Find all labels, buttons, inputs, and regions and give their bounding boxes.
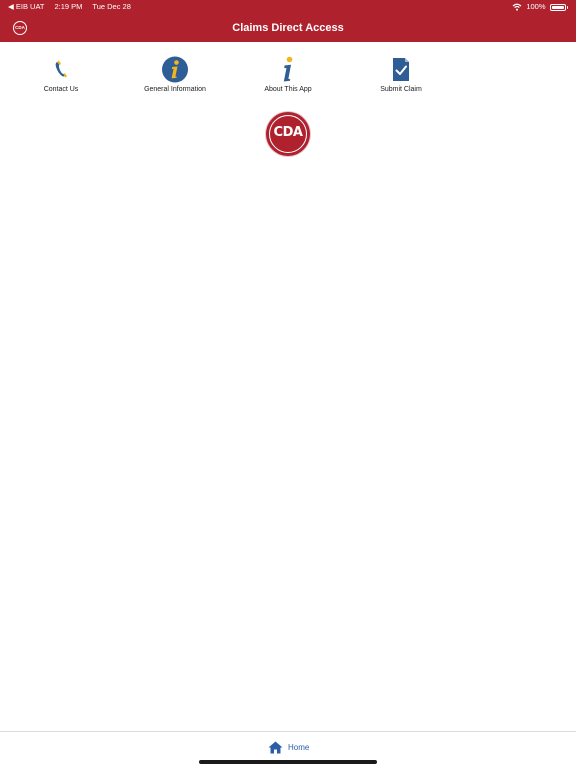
cda-logo: CDA <box>266 112 310 156</box>
battery-percent: 100% <box>526 2 546 11</box>
menu-label: Contact Us <box>43 86 79 93</box>
home-indicator[interactable] <box>199 760 377 764</box>
logo-text: CDA <box>273 125 303 140</box>
status-time: 2:19 PM <box>54 2 83 11</box>
menu-label: General Information <box>144 86 206 93</box>
battery-tip <box>566 5 568 9</box>
status-date: Tue Dec 28 <box>92 2 131 11</box>
tab-home-label: Home <box>288 742 310 752</box>
phone-icon <box>55 60 67 78</box>
wifi-icon <box>512 3 522 11</box>
page-title: Claims Direct Access <box>232 22 344 34</box>
menu-label: Submit Claim <box>380 86 422 93</box>
status-bar: ◀ EIB UAT 2:19 PM Tue Dec 28 100% <box>0 0 576 14</box>
navigation-bar: CDA Claims Direct Access <box>0 14 576 42</box>
menu-item-submit-claim[interactable]: Submit Claim <box>346 54 456 98</box>
main-menu: Contact Us General Information About Thi… <box>0 54 576 98</box>
home-icon <box>268 741 283 753</box>
info-icon <box>283 56 293 82</box>
menu-item-about-this-app[interactable]: About This App <box>233 54 343 98</box>
document-check-icon <box>393 58 409 81</box>
back-to-app-link[interactable]: ◀ EIB UAT <box>8 0 44 14</box>
tab-home[interactable]: Home <box>268 738 309 756</box>
menu-label: About This App <box>264 86 312 93</box>
menu-item-contact-us[interactable]: Contact Us <box>6 54 116 98</box>
menu-item-general-information[interactable]: General Information <box>120 54 230 98</box>
header-bar: ◀ EIB UAT 2:19 PM Tue Dec 28 100% CDA Cl… <box>0 0 576 42</box>
info-circle-icon <box>162 56 188 83</box>
battery-icon <box>549 3 566 11</box>
